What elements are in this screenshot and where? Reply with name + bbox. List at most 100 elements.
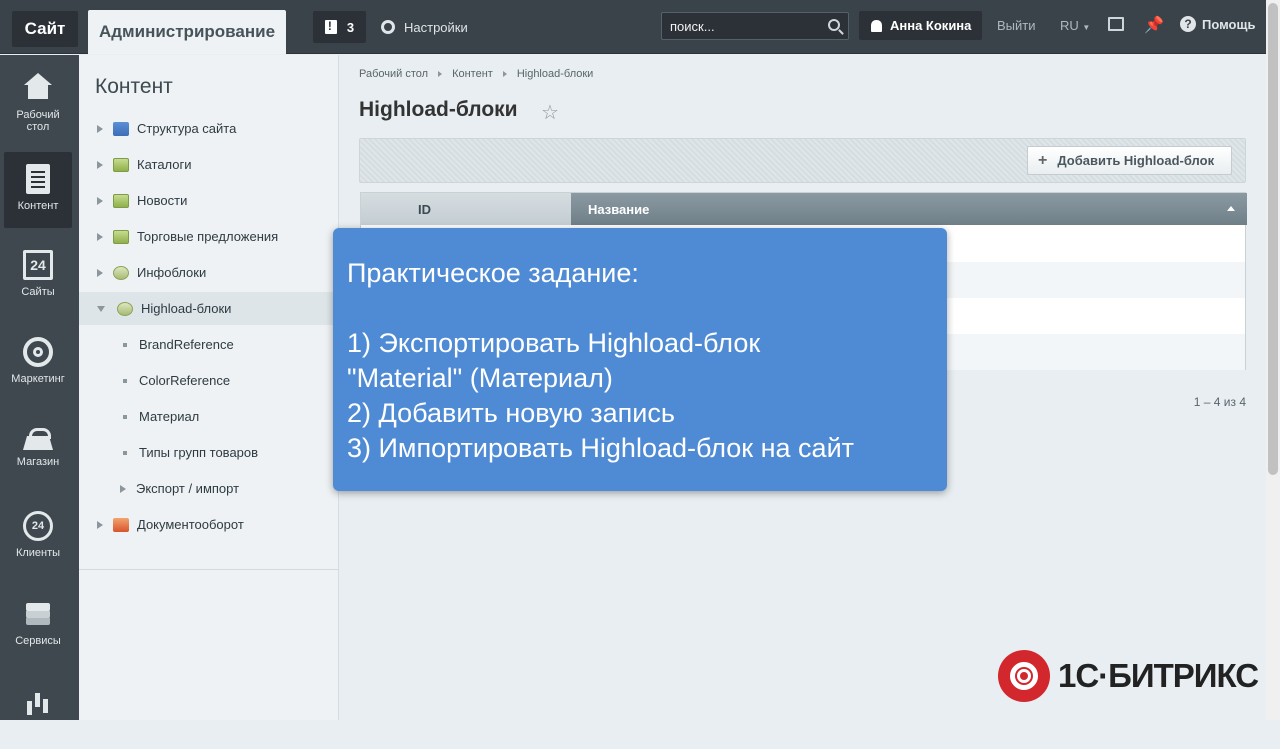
- pin-icon[interactable]: 📌: [1144, 15, 1164, 35]
- nav-item-shop[interactable]: Магазин: [4, 412, 72, 488]
- notifications-button[interactable]: 3: [313, 11, 366, 43]
- sidebar-subitem-label: Экспорт / импорт: [136, 481, 240, 496]
- expand-arrow-icon[interactable]: [97, 232, 103, 241]
- sidebar-subitem-label: Материал: [139, 409, 200, 424]
- expand-arrow-icon[interactable]: [97, 124, 103, 133]
- sidebar-item-site-structure[interactable]: Структура сайта: [79, 112, 338, 145]
- breadcrumb: Рабочий стол Контент Highload-блоки: [359, 68, 593, 80]
- overlay-title: Практическое задание:: [347, 258, 639, 288]
- nav-item-clients[interactable]: 24 Клиенты: [4, 499, 72, 575]
- nav-item-marketing[interactable]: Маркетинг: [4, 325, 72, 401]
- nav-item-sites[interactable]: 24 Сайты: [4, 238, 72, 314]
- settings-label: Настройки: [404, 19, 468, 35]
- basket-icon: [23, 424, 53, 450]
- expand-arrow-icon[interactable]: [120, 484, 126, 493]
- left-nav: Рабочий стол Контент 24 Сайты Маркетинг …: [0, 55, 79, 720]
- sidebar-item-highload-blocks[interactable]: Highload-блоки: [79, 292, 338, 325]
- sidebar-item-infoblocks[interactable]: Инфоблоки: [79, 256, 338, 289]
- nav-label: Маркетинг: [11, 373, 65, 385]
- admin-tab[interactable]: Администрирование: [88, 10, 286, 54]
- settings-button[interactable]: Настройки: [381, 11, 468, 43]
- home-icon: [24, 73, 52, 85]
- highload-icon: [117, 301, 133, 316]
- page-scrollbar[interactable]: [1266, 0, 1280, 720]
- sidebar-subitem-label: Типы групп товаров: [139, 445, 259, 460]
- sidebar-item-label: Каталоги: [137, 157, 192, 172]
- nav-label: Сайты: [21, 286, 55, 298]
- chevron-down-icon: ▼: [1082, 23, 1091, 32]
- bullet-icon: [123, 378, 127, 383]
- infoblock-icon: [113, 265, 129, 280]
- sidebar-item-trade-offers[interactable]: Торговые предложения: [79, 220, 338, 253]
- content-sidebar: Контент Структура сайта Каталоги Новости…: [79, 55, 339, 720]
- expand-arrow-icon[interactable]: [97, 196, 103, 205]
- sidebar-item-catalogs[interactable]: Каталоги: [79, 148, 338, 181]
- help-button[interactable]: ? Помощь: [1180, 16, 1255, 32]
- language-label: RU: [1060, 18, 1079, 33]
- expand-arrow-icon[interactable]: [97, 268, 103, 277]
- sidebar-item-label: Торговые предложения: [137, 229, 279, 244]
- sidebar-subitem-label: ColorReference: [139, 373, 231, 388]
- star-icon[interactable]: ☆: [541, 100, 559, 125]
- table-header-name[interactable]: Название: [571, 193, 1247, 225]
- overlay-line: 2) Добавить новую запись: [347, 398, 675, 428]
- nav-item-desktop[interactable]: Рабочий стол: [4, 55, 72, 133]
- pager-info: 1 – 4 из 4: [1193, 395, 1246, 409]
- bullet-icon: [123, 414, 127, 419]
- expand-arrow-icon[interactable]: [97, 160, 103, 169]
- table-header-id[interactable]: ID: [403, 193, 571, 225]
- user-name: Анна Кокина: [890, 18, 972, 33]
- language-selector[interactable]: RU ▼: [1060, 18, 1090, 33]
- help-icon: ?: [1180, 16, 1196, 32]
- sidebar-item-label: Новости: [137, 193, 188, 208]
- add-highload-block-button[interactable]: + Добавить Highload-блок: [1027, 146, 1232, 175]
- nav-item-services[interactable]: Сервисы: [4, 587, 72, 663]
- help-label: Помощь: [1202, 16, 1256, 32]
- table-header-checkbox[interactable]: [361, 193, 403, 225]
- bitrix-logo: 1С·БИТРИКС: [998, 650, 1259, 702]
- nav-item-analytics[interactable]: [4, 673, 72, 749]
- expand-arrow-icon[interactable]: [97, 520, 103, 529]
- sidebar-divider: [79, 569, 338, 570]
- sidebar-subitem-product-group-types[interactable]: Типы групп товаров: [79, 436, 338, 469]
- breadcrumb-item[interactable]: Рабочий стол: [359, 68, 428, 80]
- sidebar-title: Контент: [95, 75, 173, 98]
- site-button[interactable]: Сайт: [12, 11, 78, 47]
- nav-label: Клиенты: [15, 547, 61, 559]
- bullet-icon: [123, 450, 127, 455]
- scrollbar-thumb[interactable]: [1268, 3, 1278, 475]
- news-icon: [113, 193, 129, 208]
- user-button[interactable]: Анна Кокина: [859, 11, 982, 40]
- breadcrumb-separator-icon: [502, 71, 507, 77]
- task-overlay: Практическое задание: 1) Экспортировать …: [333, 228, 947, 491]
- nav-item-content[interactable]: Контент: [4, 152, 72, 228]
- collapse-arrow-icon[interactable]: [97, 305, 105, 312]
- structure-icon: [113, 121, 129, 136]
- nav-label: Контент: [17, 200, 59, 212]
- trade-offers-icon: [113, 229, 129, 244]
- sidebar-subitem-brandreference[interactable]: BrandReference: [79, 328, 338, 361]
- search-icon[interactable]: [828, 19, 840, 31]
- overlay-spacer: [347, 291, 933, 326]
- overlay-line: "Material" (Материал): [347, 363, 613, 393]
- search-input[interactable]: [662, 13, 812, 39]
- breadcrumb-item[interactable]: Highload-блоки: [517, 68, 594, 80]
- sidebar-item-document-flow[interactable]: Документооборот: [79, 508, 338, 541]
- nav-label: Магазин: [16, 456, 60, 468]
- user-icon: [871, 19, 882, 32]
- home-icon-body: [28, 85, 48, 99]
- sidebar-subitem-export-import[interactable]: Экспорт / импорт: [79, 472, 338, 505]
- sidebar-subitem-colorreference[interactable]: ColorReference: [79, 364, 338, 397]
- sidebar-subitem-material[interactable]: Материал: [79, 400, 338, 433]
- search-box: [661, 12, 849, 40]
- sidebar-item-news[interactable]: Новости: [79, 184, 338, 217]
- sidebar-item-label: Инфоблоки: [137, 265, 207, 280]
- logout-link[interactable]: Выйти: [997, 18, 1036, 33]
- keyboard-icon[interactable]: [1108, 17, 1124, 31]
- catalog-icon: [113, 157, 129, 172]
- gear-icon: [381, 20, 395, 34]
- breadcrumb-item[interactable]: Контент: [452, 68, 493, 80]
- overlay-line: 1) Экспортировать Highload-блок: [347, 328, 761, 358]
- bar-chart-icon: [23, 685, 53, 715]
- toolbar: + Добавить Highload-блок: [359, 138, 1246, 183]
